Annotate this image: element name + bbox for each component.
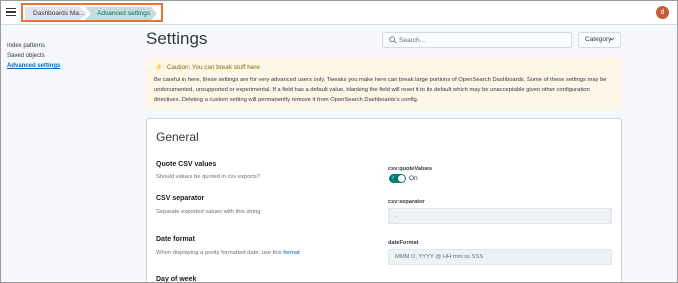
header-bar: Dashboards Ma... Advanced settings d [1,1,677,25]
general-settings-panel: General Quote CSV values Should values b… [146,118,622,283]
check-icon: ✓ [391,175,396,181]
setting-desc-date-format-text: When displaying a pretty formatted date,… [156,250,284,256]
format-link[interactable]: format [283,250,299,256]
toggle-label: On [409,175,418,182]
category-label: Category [585,36,612,43]
chevron-down-icon [609,37,615,41]
bolt-icon: ⚡ [155,64,163,71]
field-label-date-format: dateFormat [388,240,419,246]
category-dropdown[interactable]: Category [578,32,621,48]
setting-title-quote-csv: Quote CSV values [156,161,217,168]
sidebar: Index patterns Saved objects Advanced se… [7,41,97,71]
setting-title-csv-separator: CSV separator [156,195,205,202]
setting-title-date-format: Date format [156,236,195,243]
sidebar-item-advanced-settings[interactable]: Advanced settings [7,61,97,71]
setting-title-day-of-week: Day of week [156,276,197,283]
search-input[interactable] [399,33,569,47]
csv-separator-field[interactable]: , [388,208,612,224]
callout-body: Be careful in here, these settings are f… [154,77,607,103]
breadcrumb-highlight-box [21,3,163,22]
section-title: General [156,130,199,144]
search-box[interactable] [382,32,572,48]
page-title: Settings [146,29,208,48]
search-icon [389,36,397,44]
setting-desc-csv-separator: Separate exported values with this strin… [156,209,261,215]
field-label-quote-csv: csv:quoteValues [388,166,433,172]
sidebar-item-index-patterns[interactable]: Index patterns [7,41,97,51]
field-label-csv-separator: csv:separator [388,199,425,205]
callout-title-text: Caution: You can break stuff here [166,64,260,71]
sidebar-item-saved-objects[interactable]: Saved objects [7,51,97,61]
warning-callout: ⚡ Caution: You can break stuff here Be ca… [146,57,622,110]
callout-title: ⚡ Caution: You can break stuff here [155,63,260,71]
setting-desc-date-format: When displaying a pretty formatted date,… [156,250,300,256]
quote-csv-toggle[interactable]: ✓ [389,174,406,183]
avatar[interactable]: d [656,6,669,19]
date-format-field[interactable]: MMM D, YYYY @ HH:mm:ss.SSS [388,249,612,265]
menu-icon[interactable] [5,6,17,18]
toggle-knob [398,175,405,182]
app-window: Dashboards Ma... Advanced settings d Ind… [0,0,678,283]
setting-desc-quote-csv: Should values be quoted in csv exports? [156,174,261,180]
